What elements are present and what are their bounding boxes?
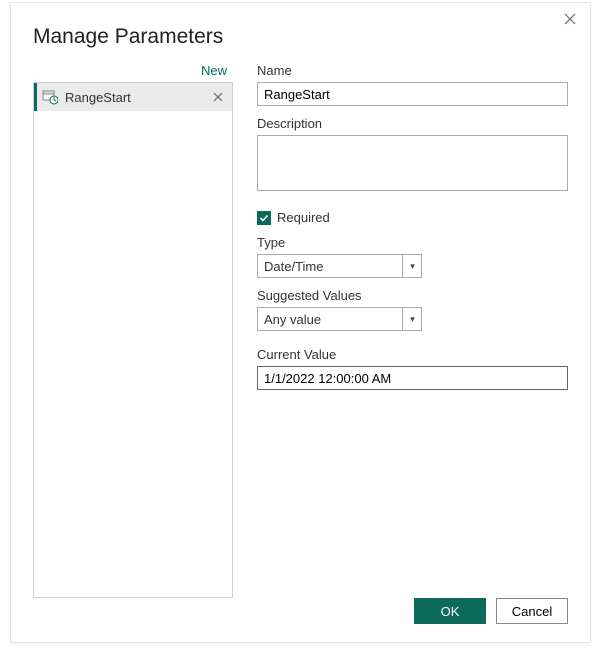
new-parameter-link[interactable]: New bbox=[33, 63, 233, 78]
suggested-values-select[interactable]: Any value bbox=[257, 307, 422, 331]
right-panel: Name Description Required Type Date/Time… bbox=[233, 63, 568, 598]
dialog-footer: OK Cancel bbox=[11, 598, 590, 642]
type-select-value: Date/Time bbox=[264, 259, 323, 274]
cancel-button[interactable]: Cancel bbox=[496, 598, 568, 624]
close-icon[interactable] bbox=[560, 9, 580, 29]
dialog-body: New RangeStart bbox=[11, 49, 590, 598]
parameter-item[interactable]: RangeStart bbox=[34, 83, 232, 111]
description-input[interactable] bbox=[257, 135, 568, 191]
manage-parameters-dialog: Manage Parameters New RangeStart bbox=[10, 2, 591, 643]
required-row: Required bbox=[257, 210, 568, 225]
type-label: Type bbox=[257, 235, 568, 250]
left-panel: New RangeStart bbox=[33, 63, 233, 598]
required-label: Required bbox=[277, 210, 330, 225]
name-input[interactable] bbox=[257, 82, 568, 106]
type-select[interactable]: Date/Time bbox=[257, 254, 422, 278]
suggested-label: Suggested Values bbox=[257, 288, 568, 303]
ok-button[interactable]: OK bbox=[414, 598, 486, 624]
parameter-icon bbox=[41, 88, 59, 106]
current-value-input[interactable] bbox=[257, 366, 568, 390]
required-checkbox[interactable] bbox=[257, 211, 271, 225]
delete-parameter-icon[interactable] bbox=[210, 92, 226, 102]
description-label: Description bbox=[257, 116, 568, 131]
parameter-list: RangeStart bbox=[33, 82, 233, 598]
parameter-item-label: RangeStart bbox=[65, 90, 131, 105]
dialog-title: Manage Parameters bbox=[11, 3, 590, 49]
current-value-label: Current Value bbox=[257, 347, 568, 362]
name-label: Name bbox=[257, 63, 568, 78]
suggested-values-select-value: Any value bbox=[264, 312, 321, 327]
